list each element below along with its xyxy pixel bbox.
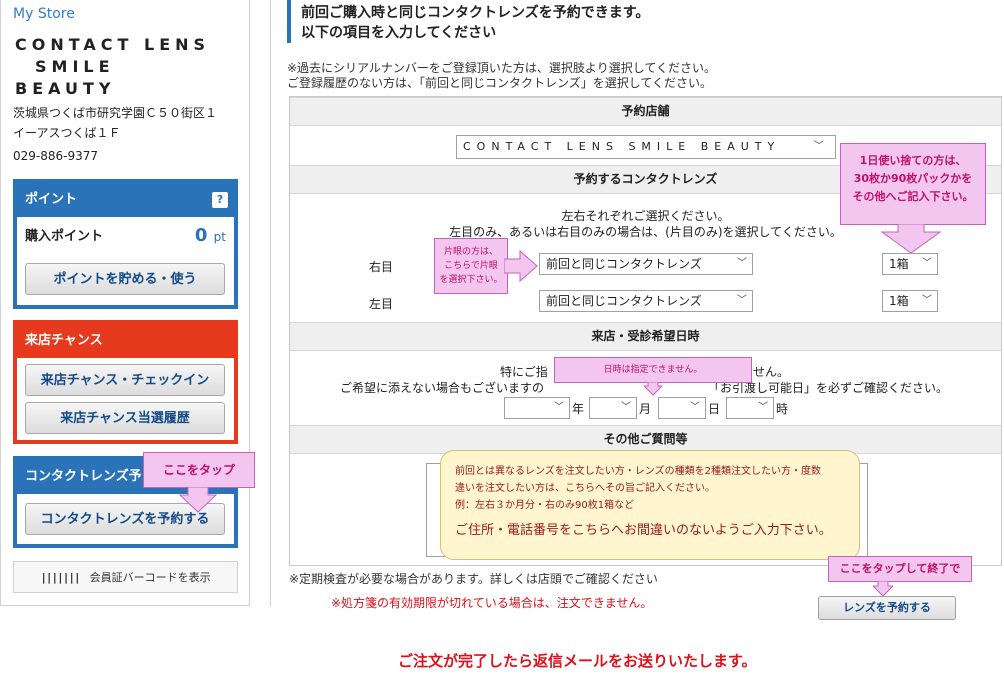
sidebar: My Store CONTACT LENS SMILE BEAUTY 茨城県つく… bbox=[0, 0, 250, 606]
inspection-note: ※定期検査が必要な場合があります。詳しくは店頭でご確認ください bbox=[289, 572, 658, 586]
visit-note-line2-a: ご希望に添えない場合もございますの bbox=[340, 381, 545, 395]
left-eye-lens-value: 前回と同じコンタクトレンズ bbox=[546, 294, 702, 308]
prescription-note: ※処方箋の有効期限が切れている場合は、注文できません。 bbox=[331, 596, 653, 610]
chevron-down-icon: ﹀ bbox=[737, 295, 747, 306]
barcode-button-label: 会員証バーコードを表示 bbox=[89, 571, 211, 584]
hour-unit: 時 bbox=[776, 402, 789, 416]
intro-text: ※過去にシリアルナンバーをご登録頂いた方は、選択肢より選択してください。 ご登録… bbox=[287, 61, 716, 91]
intro-line2: ご登録履歴のない方は、「前回と同じコンタクトレンズ」を選択してください。 bbox=[287, 76, 713, 90]
single-eye-line3: を選択下さい。 bbox=[439, 275, 503, 285]
address-line1: 茨城県つくば市研究学園Ｃ５０街区１ bbox=[13, 106, 218, 120]
right-eye-qty-value: 1箱 bbox=[889, 257, 909, 271]
year-unit: 年 bbox=[572, 402, 585, 416]
chevron-down-icon: ﹀ bbox=[922, 258, 932, 269]
visit-hour-select[interactable]: ﹀ bbox=[726, 397, 774, 419]
hint-line1: 前回とは異なるレンズを注文したい方・レンズの種類を2種類注文したい方・度数 bbox=[455, 466, 821, 477]
page-title: 前回ご購入時と同じコンタクトレンズを予約できます。 以下の項目を入力してください bbox=[287, 0, 1004, 43]
store-phone: 029-886-9377 bbox=[13, 149, 99, 163]
visit-history-button[interactable]: 来店チャンス当選履歴 bbox=[25, 402, 225, 434]
point-panel-body: 購入ポイント 0 pt ポイントを貯める・使う bbox=[17, 217, 234, 305]
daily-line3: その他へご記入下さい。 bbox=[852, 190, 974, 203]
daily-line1: 1日使い捨ての方は、 bbox=[859, 154, 967, 167]
single-eye-line1: 片眼の方は、 bbox=[443, 247, 498, 257]
visit-note-line1-a: 特にご指 bbox=[500, 365, 548, 379]
store-name: CONTACT LENS SMILE BEAUTY bbox=[15, 34, 235, 100]
chevron-down-icon: ﹀ bbox=[621, 402, 631, 413]
right-eye-qty-select[interactable]: 1箱 ﹀ bbox=[882, 253, 938, 275]
visit-month-select[interactable]: ﹀ bbox=[589, 397, 637, 419]
day-unit: 日 bbox=[708, 402, 721, 416]
store-name-line3: BEAUTY bbox=[15, 79, 116, 98]
point-panel-header: ポイント ? bbox=[17, 183, 234, 217]
address-line2: イーアスつくば１Ｆ bbox=[13, 126, 121, 140]
single-eye-callout: 片眼の方は、 こちらで片眼 を選択下さい。 bbox=[434, 238, 508, 294]
chevron-down-icon: ﹀ bbox=[922, 295, 932, 306]
help-icon[interactable]: ? bbox=[212, 192, 228, 208]
completion-notice: ご注文が完了したら返信メールをお送りいたします。 bbox=[398, 652, 757, 670]
daily-disposable-callout: 1日使い捨ての方は、 30枚か90枚パックかを その他へご記入下さい。 bbox=[840, 143, 986, 225]
right-arrow-icon bbox=[504, 250, 538, 282]
purchase-point-value: 0 pt bbox=[194, 225, 226, 246]
left-eye-label: 左目 bbox=[369, 297, 394, 311]
use-points-button[interactable]: ポイントを貯める・使う bbox=[25, 263, 225, 295]
store-select-value: CONTACT LENS SMILE BEAUTY bbox=[463, 140, 781, 153]
hint-line2: 違いを注文したい方は、こちらへその旨ご記入ください。 bbox=[455, 483, 715, 494]
down-arrow-icon bbox=[644, 382, 662, 396]
visit-note-line1-b: せん。 bbox=[753, 365, 790, 379]
chevron-down-icon: ﹀ bbox=[758, 402, 768, 413]
store-name-line1: CONTACT LENS bbox=[15, 35, 211, 54]
point-panel: ポイント ? 購入ポイント 0 pt ポイントを貯める・使う bbox=[13, 179, 238, 309]
down-arrow-icon bbox=[880, 224, 942, 254]
month-unit: 月 bbox=[639, 402, 652, 416]
section-store-header: 予約店舗 bbox=[290, 97, 1001, 126]
visit-year-select[interactable]: ﹀ bbox=[504, 397, 570, 419]
page-title-line2: 以下の項目を入力してください bbox=[301, 25, 497, 41]
chevron-down-icon: ﹀ bbox=[554, 402, 564, 413]
other-questions-hint: 前回とは異なるレンズを注文したい方・レンズの種類を2種類注文したい方・度数 違い… bbox=[440, 450, 860, 560]
reserve-lens-button[interactable]: レンズを予約する bbox=[818, 596, 956, 620]
barcode-icon: ||||||| bbox=[40, 571, 80, 584]
visit-chance-panel: 来店チャンス 来店チャンス・チェックイン 来店チャンス当選履歴 bbox=[13, 320, 238, 444]
page-title-line1: 前回ご購入時と同じコンタクトレンズを予約できます。 bbox=[301, 5, 650, 21]
store-select[interactable]: CONTACT LENS SMILE BEAUTY ﹀ bbox=[456, 135, 836, 159]
purchase-point-label: 購入ポイント bbox=[25, 229, 104, 244]
section-visit-header: 来店・受診希望日時 bbox=[290, 322, 1001, 351]
left-eye-qty-select[interactable]: 1箱 ﹀ bbox=[882, 290, 938, 312]
hint-line3: 例：左右３か月分・右のみ90枚1箱など bbox=[455, 500, 635, 511]
no-date-callout: 日時は指定できません。 bbox=[554, 357, 752, 383]
visit-panel-header: 来店チャンス bbox=[17, 324, 234, 358]
hint-address-note: ご住所・電話番号をこちらへお間違いのないようご入力下さい。 bbox=[455, 523, 832, 538]
left-eye-qty-value: 1箱 bbox=[889, 294, 909, 308]
left-eye-lens-select[interactable]: 前回と同じコンタクトレンズ ﹀ bbox=[539, 290, 753, 312]
visit-day-select[interactable]: ﹀ bbox=[658, 397, 706, 419]
down-arrow-icon bbox=[178, 487, 218, 513]
right-eye-lens-value: 前回と同じコンタクトレンズ bbox=[546, 257, 702, 271]
member-barcode-button[interactable]: ||||||| 会員証バーコードを表示 bbox=[13, 561, 238, 593]
single-eye-line2: こちらで片眼 bbox=[444, 261, 498, 271]
visit-panel-body: 来店チャンス・チェックイン 来店チャンス当選履歴 bbox=[17, 358, 234, 440]
right-eye-lens-select[interactable]: 前回と同じコンタクトレンズ ﹀ bbox=[539, 253, 753, 275]
down-arrow-icon bbox=[873, 581, 893, 597]
intro-line1: ※過去にシリアルナンバーをご登録頂いた方は、選択肢より選択してください。 bbox=[287, 61, 716, 75]
daily-line2: 30枚か90枚パックかを bbox=[853, 172, 973, 185]
store-name-line2: SMILE bbox=[35, 57, 115, 76]
tap-here-callout: ここをタップ bbox=[143, 452, 255, 488]
point-panel-title: ポイント bbox=[25, 192, 78, 207]
chevron-down-icon: ﹀ bbox=[814, 141, 830, 152]
my-store-link[interactable]: My Store bbox=[13, 6, 75, 22]
store-address: 茨城県つくば市研究学園Ｃ５０街区１ イーアスつくば１Ｆ bbox=[13, 103, 217, 143]
tap-finish-callout: ここをタップして終了で bbox=[828, 556, 972, 582]
chevron-down-icon: ﹀ bbox=[737, 258, 747, 269]
chevron-down-icon: ﹀ bbox=[690, 402, 700, 413]
visit-checkin-button[interactable]: 来店チャンス・チェックイン bbox=[25, 364, 225, 396]
right-eye-label: 右目 bbox=[369, 260, 394, 274]
